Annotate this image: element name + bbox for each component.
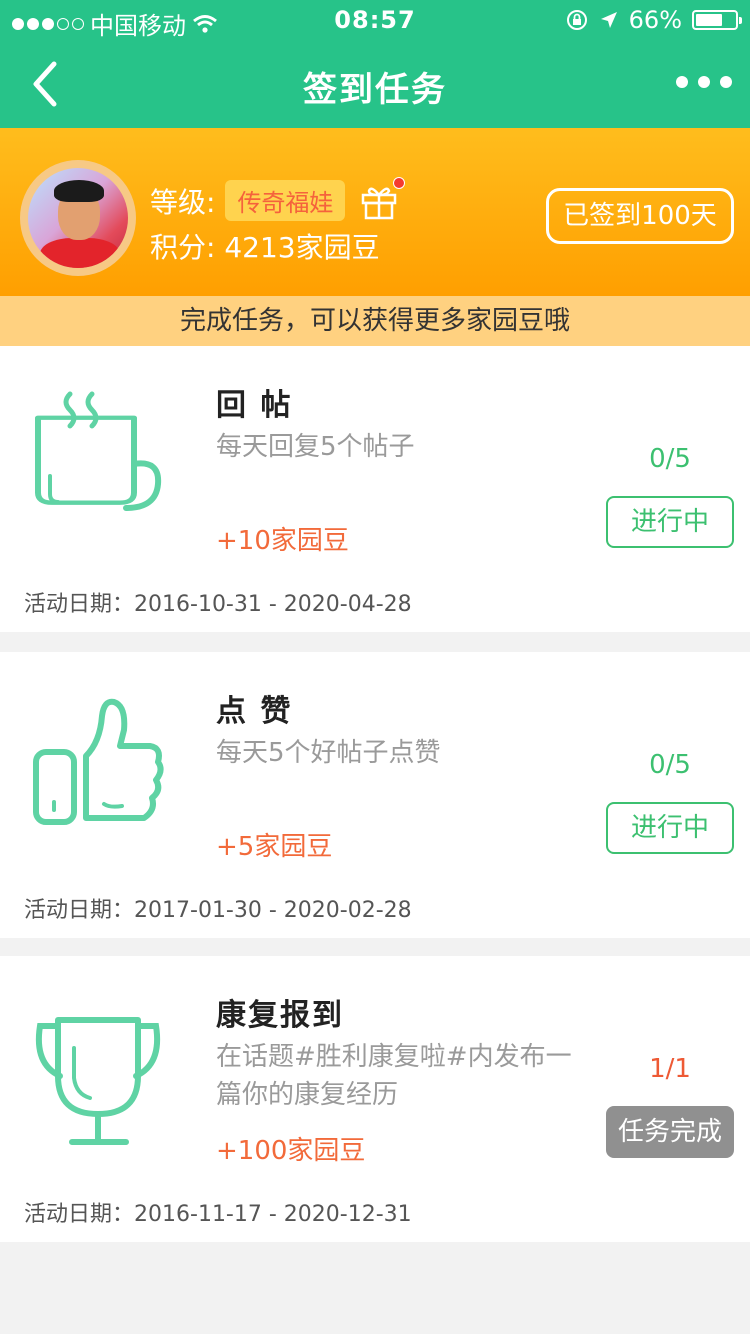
task-reward: +10家园豆 (216, 526, 349, 556)
task-status-button[interactable]: 任务完成 (606, 1106, 734, 1158)
task-name: 点 赞 (216, 694, 293, 729)
page-title: 签到任务 (303, 70, 447, 110)
points-row: 积分: 4213家园豆 (150, 226, 380, 266)
task-status-button[interactable]: 进行中 (606, 496, 734, 548)
status-bar: 中国移动 08:57 66% (0, 0, 750, 40)
rotation-lock-icon (566, 10, 587, 30)
notification-dot (393, 176, 406, 189)
avatar[interactable] (20, 160, 136, 276)
task-date-range: 2016-11-17 - 2020-12-31 (134, 1202, 412, 1227)
level-badge: 传奇福娃 (225, 180, 346, 221)
task-card: 康复报到 在话题#胜利康复啦#内发布一篇你的康复经历 +100家园豆 1/1 任… (0, 956, 750, 1242)
level-row: 等级: 传奇福娃 (150, 176, 406, 221)
thumbs-up-icon (33, 698, 164, 825)
battery-percent: 66% (628, 6, 682, 34)
task-progress: 0/5 (649, 444, 691, 474)
task-name: 回 帖 (216, 388, 293, 423)
task-description: 在话题#胜利康复啦#内发布一篇你的康复经历 (216, 1042, 572, 1110)
task-description: 每天5个好帖子点赞 (216, 738, 441, 768)
task-date-range: 2016-10-31 - 2020-04-28 (134, 592, 412, 617)
task-date-label: 活动日期： (24, 898, 135, 923)
battery-icon (692, 10, 742, 30)
task-date-label: 活动日期： (24, 1202, 135, 1227)
more-options-icon[interactable] (676, 76, 732, 88)
task-card: 点 赞 每天5个好帖子点赞 +5家园豆 0/5 进行中 活动日期：2017-01… (0, 652, 750, 938)
task-reward: +5家园豆 (216, 832, 333, 862)
task-date: 活动日期：2016-10-31 - 2020-04-28 (24, 586, 412, 618)
points-label: 积分: (150, 231, 216, 264)
task-date-label: 活动日期： (24, 592, 135, 617)
task-banner: 完成任务，可以获得更多家园豆哦 (0, 296, 750, 346)
trophy-icon (36, 1017, 160, 1145)
nav-bar: 签到任务 (0, 40, 750, 128)
status-bar-right: 66% (565, 6, 742, 34)
task-date: 活动日期：2017-01-30 - 2020-02-28 (24, 892, 412, 924)
gift-button[interactable] (359, 176, 406, 221)
task-status-button[interactable]: 进行中 (606, 802, 734, 854)
location-arrow-icon (600, 12, 617, 28)
task-progress: 1/1 (649, 1054, 691, 1084)
level-label: 等级: (150, 185, 216, 219)
task-name: 康复报到 (216, 998, 344, 1033)
task-date-range: 2017-01-30 - 2020-02-28 (134, 898, 412, 923)
task-progress: 0/5 (649, 750, 691, 780)
task-card: 回 帖 每天回复5个帖子 +10家园豆 0/5 进行中 活动日期：2016-10… (0, 346, 750, 632)
coffee-cup-icon (35, 391, 162, 511)
task-description: 每天回复5个帖子 (216, 432, 415, 462)
points-value: 4213家园豆 (224, 231, 380, 264)
task-reward: +100家园豆 (216, 1136, 366, 1166)
profile-header: 等级: 传奇福娃 积分: 4213家园豆 已签到100天 (0, 128, 750, 296)
signin-days-button[interactable]: 已签到100天 (546, 188, 734, 244)
task-date: 活动日期：2016-11-17 - 2020-12-31 (24, 1196, 412, 1228)
